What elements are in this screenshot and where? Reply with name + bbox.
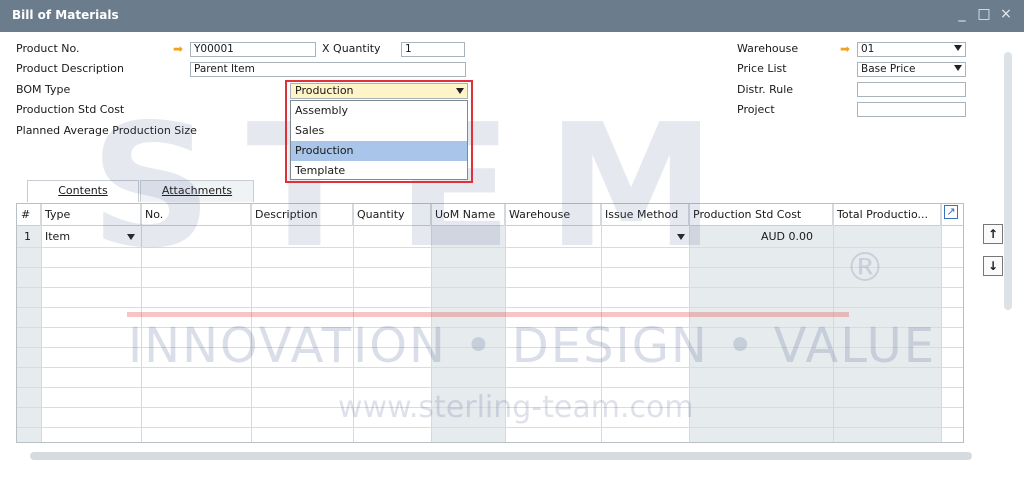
product-no-field[interactable]: Y00001 [190,42,316,57]
horizontal-scrollbar[interactable] [30,452,972,460]
row-type-value[interactable]: Item [45,227,70,247]
column-header-no[interactable]: No. [141,204,251,226]
grid-header: # Type No. Description Quantity UoM Name… [17,204,963,226]
column-header-production-std-cost[interactable]: Production Std Cost [689,204,833,226]
tab-contents[interactable]: Contents [27,180,139,202]
watermark-url: www.sterling-team.com [338,390,694,425]
distr-rule-label: Distr. Rule [737,83,794,96]
bom-type-select[interactable]: Production [290,83,468,99]
tab-attachments[interactable]: Attachments [140,180,254,202]
product-no-label: Product No. [16,42,80,55]
quantity-label: X Quantity [322,42,381,55]
chevron-down-icon[interactable] [954,45,962,51]
chevron-down-icon[interactable] [677,234,685,240]
column-header-number[interactable]: # [17,204,41,226]
column-header-type[interactable]: Type [41,204,141,226]
distr-rule-field[interactable] [857,82,966,97]
tab-attachments-label: Attachments [161,184,233,197]
price-list-select[interactable]: Base Price [857,62,966,77]
column-header-warehouse[interactable]: Warehouse [505,204,601,226]
bom-type-option-template[interactable]: Template [291,161,467,181]
row-number-column [17,226,41,442]
chevron-down-icon[interactable] [456,88,464,94]
close-icon[interactable]: × [996,4,1016,24]
tab-contents-label: Contents [58,184,108,197]
column-header-quantity[interactable]: Quantity [353,204,431,226]
chevron-down-icon[interactable] [127,234,135,240]
expand-icon[interactable]: ↗ [944,205,958,219]
bom-type-selected-value: Production [295,84,354,97]
product-description-field[interactable]: Parent Item [190,62,466,77]
bom-type-label: BOM Type [16,83,71,96]
product-description-label: Product Description [16,62,124,75]
vertical-scrollbar[interactable] [1004,52,1012,310]
price-list-value: Base Price [861,63,916,75]
warehouse-select[interactable]: 01 [857,42,966,57]
bom-type-option-assembly[interactable]: Assembly [291,101,467,121]
chevron-down-icon[interactable] [954,65,962,71]
move-down-button[interactable]: ↓ [983,256,1003,276]
price-list-label: Price List [737,62,787,75]
window-titlebar: Bill of Materials _ □ × [0,0,1024,32]
watermark-registered: ® [845,245,885,291]
row-number: 1 [24,230,31,243]
column-header-issue-method[interactable]: Issue Method [601,204,689,226]
bom-type-option-sales[interactable]: Sales [291,121,467,141]
project-field[interactable] [857,102,966,117]
column-header-description[interactable]: Description [251,204,353,226]
column-header-uom-name[interactable]: UoM Name [431,204,505,226]
move-up-button[interactable]: ↑ [983,224,1003,244]
maximize-icon[interactable]: □ [974,4,994,24]
link-arrow-icon[interactable]: ➡ [173,43,187,55]
watermark-tagline: INNOVATION • DESIGN • VALUE [128,318,937,374]
watermark-divider [127,312,849,317]
bom-type-option-production[interactable]: Production [291,141,467,161]
project-label: Project [737,103,775,116]
link-arrow-icon[interactable]: ➡ [840,43,854,55]
bom-type-options-list: Assembly Sales Production Template [290,100,468,180]
warehouse-value: 01 [861,43,875,55]
minimize-icon[interactable]: _ [952,4,972,24]
warehouse-label: Warehouse [737,42,799,55]
row-production-std-cost: AUD 0.00 [760,230,813,243]
window-title: Bill of Materials [12,8,119,22]
production-std-cost-label: Production Std Cost [16,103,125,116]
column-header-total-production[interactable]: Total Productio... [833,204,941,226]
quantity-field[interactable]: 1 [401,42,465,57]
planned-avg-production-size-label: Planned Average Production Size [16,124,197,137]
